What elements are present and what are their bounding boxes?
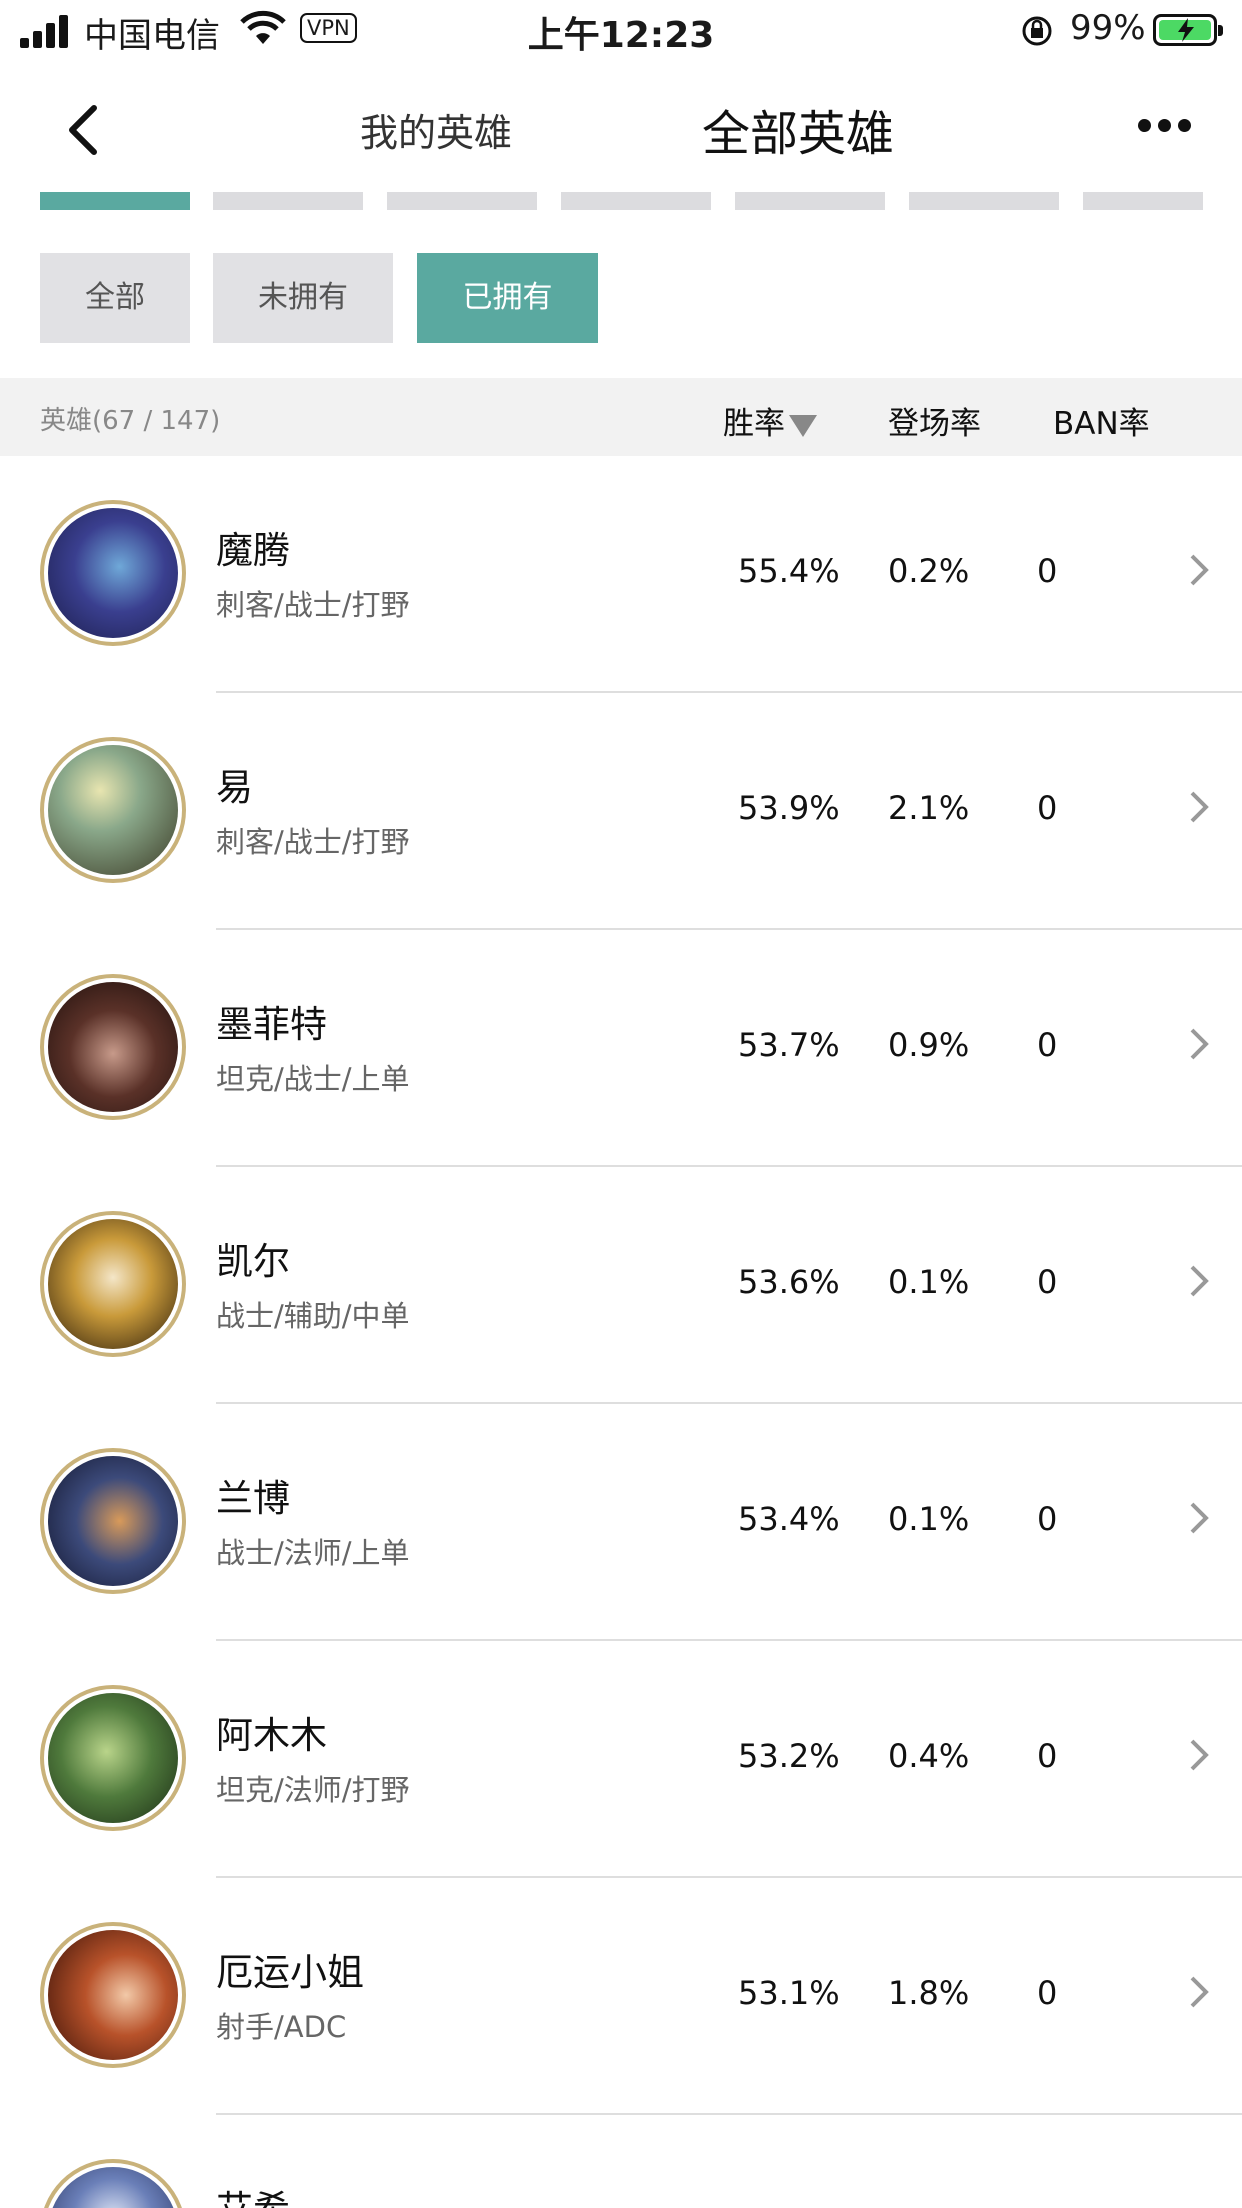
pick-rate: 0.9% xyxy=(888,1026,970,1064)
hero-row[interactable]: 兰博 战士/法师/上单 53.4% 0.1% 0 xyxy=(0,1404,1242,1641)
hero-avatar xyxy=(40,2159,186,2208)
hero-name: 墨菲特 xyxy=(216,1003,327,1046)
chevron-right-icon xyxy=(1190,1502,1209,1534)
hero-roles: 坦克/法师/打野 xyxy=(216,1773,410,1807)
hero-name: 艾希 xyxy=(216,2179,290,2208)
hero-name: 厄运小姐 xyxy=(216,1951,364,1994)
hero-avatar xyxy=(40,1685,186,1831)
chevron-right-icon xyxy=(1190,1739,1209,1771)
win-rate: 53.9% xyxy=(738,789,840,827)
category-tab[interactable] xyxy=(561,192,711,210)
ban-rate-header[interactable]: BAN率 xyxy=(1053,398,1150,443)
win-rate: 53.7% xyxy=(738,1026,840,1064)
win-rate-header[interactable]: 胜率 xyxy=(723,398,817,443)
pick-rate: 1.8% xyxy=(888,1974,970,2012)
ban-rate: 0 xyxy=(1037,1026,1058,1064)
filter-owned[interactable]: 已拥有 xyxy=(417,253,598,343)
category-tab[interactable] xyxy=(213,192,363,210)
win-rate: 53.1% xyxy=(738,1974,840,2012)
chevron-right-icon xyxy=(1190,1028,1209,1060)
category-tab[interactable] xyxy=(387,192,537,210)
hero-roles: 刺客/战士/打野 xyxy=(216,588,410,622)
pick-rate: 2.1% xyxy=(888,789,970,827)
filter-all[interactable]: 全部 xyxy=(40,253,190,343)
win-rate-label: 胜率 xyxy=(723,406,785,442)
hero-row[interactable]: 易 刺客/战士/打野 53.9% 2.1% 0 xyxy=(0,693,1242,930)
hero-name: 兰博 xyxy=(216,1477,290,1520)
win-rate: 53.6% xyxy=(738,1263,840,1301)
ban-rate: 0 xyxy=(1037,789,1058,827)
win-rate: 53.4% xyxy=(738,1500,840,1538)
hero-avatar xyxy=(40,1448,186,1594)
chevron-right-icon xyxy=(1190,1265,1209,1297)
battery-icon xyxy=(1153,14,1223,46)
status-bar: 中国电信 VPN 上午12:23 99% xyxy=(0,0,1242,64)
hero-row[interactable]: 凯尔 战士/辅助/中单 53.6% 0.1% 0 xyxy=(0,1167,1242,1404)
more-icon[interactable] xyxy=(1138,114,1192,138)
chevron-right-icon xyxy=(1190,554,1209,586)
category-tab[interactable] xyxy=(40,192,190,210)
status-time: 上午12:23 xyxy=(527,15,715,56)
pick-rate-header[interactable]: 登场率 xyxy=(888,398,981,443)
hero-row[interactable]: 艾希 xyxy=(0,2115,1242,2208)
ban-rate: 0 xyxy=(1037,1737,1058,1775)
ban-rate: 0 xyxy=(1037,1974,1058,2012)
hero-name: 凯尔 xyxy=(216,1240,290,1283)
category-tab[interactable] xyxy=(735,192,885,210)
table-header: 英雄(67 / 147) 胜率 登场率 BAN率 xyxy=(0,378,1242,456)
hero-row[interactable]: 厄运小姐 射手/ADC 53.1% 1.8% 0 xyxy=(0,1878,1242,2115)
hero-avatar xyxy=(40,737,186,883)
category-tab[interactable] xyxy=(909,192,1059,210)
tab-my-heroes[interactable]: 我的英雄 xyxy=(360,102,512,157)
hero-avatar xyxy=(40,500,186,646)
hero-avatar xyxy=(40,1922,186,2068)
back-icon[interactable] xyxy=(60,100,108,160)
pick-rate: 0.1% xyxy=(888,1263,970,1301)
chevron-right-icon xyxy=(1190,791,1209,823)
hero-row[interactable]: 魔腾 刺客/战士/打野 55.4% 0.2% 0 xyxy=(0,456,1242,693)
hero-name: 易 xyxy=(216,766,253,809)
hero-avatar xyxy=(40,974,186,1120)
hero-row[interactable]: 阿木木 坦克/法师/打野 53.2% 0.4% 0 xyxy=(0,1641,1242,1878)
win-rate: 55.4% xyxy=(738,552,840,590)
pick-rate: 0.1% xyxy=(888,1500,970,1538)
battery-percent: 99% xyxy=(1070,8,1146,48)
ban-rate: 0 xyxy=(1037,1500,1058,1538)
hero-name: 魔腾 xyxy=(216,529,290,572)
nav-bar: 我的英雄 全部英雄 xyxy=(0,64,1242,188)
hero-roles: 战士/法师/上单 xyxy=(216,1536,410,1570)
hero-avatar xyxy=(40,1211,186,1357)
chevron-right-icon xyxy=(1190,1976,1209,2008)
filter-not-owned[interactable]: 未拥有 xyxy=(213,253,393,343)
hero-name: 阿木木 xyxy=(216,1714,327,1757)
pick-rate: 0.2% xyxy=(888,552,970,590)
ban-rate: 0 xyxy=(1037,1263,1058,1301)
ban-rate: 0 xyxy=(1037,552,1058,590)
hero-count: 英雄(67 / 147) xyxy=(40,406,221,436)
hero-roles: 刺客/战士/打野 xyxy=(216,825,410,859)
hero-roles: 坦克/战士/上单 xyxy=(216,1062,410,1096)
sort-desc-icon xyxy=(789,414,817,437)
category-strip xyxy=(0,192,1242,212)
hero-roles: 战士/辅助/中单 xyxy=(216,1299,410,1333)
tab-all-heroes[interactable]: 全部英雄 xyxy=(702,94,894,164)
category-tab[interactable] xyxy=(1083,192,1203,210)
hero-roles: 射手/ADC xyxy=(216,2010,347,2044)
hero-row[interactable]: 墨菲特 坦克/战士/上单 53.7% 0.9% 0 xyxy=(0,930,1242,1167)
pick-rate: 0.4% xyxy=(888,1737,970,1775)
win-rate: 53.2% xyxy=(738,1737,840,1775)
rotation-lock-icon xyxy=(1022,16,1052,46)
